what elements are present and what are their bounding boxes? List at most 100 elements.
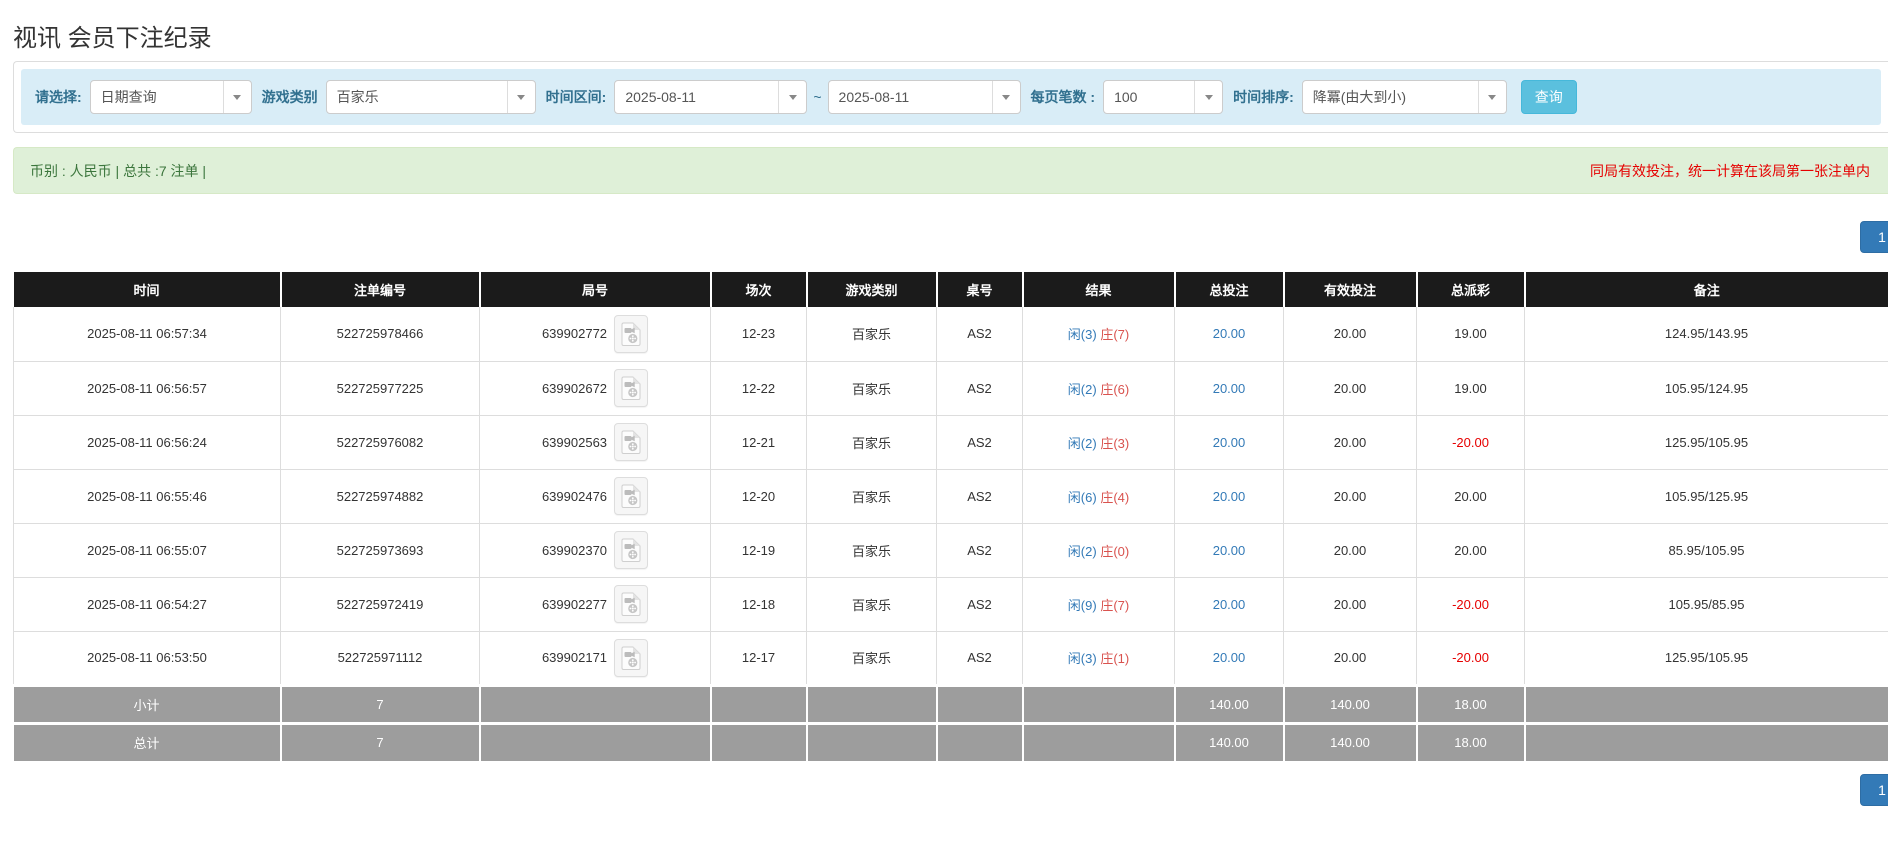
game-type-select[interactable]: 百家乐 bbox=[326, 80, 536, 114]
video-replay-button[interactable] bbox=[614, 477, 648, 515]
cell-valid-bet: 20.00 bbox=[1284, 415, 1417, 469]
table-summary-row: 总计7140.00140.0018.00 bbox=[14, 723, 1888, 761]
footer-payout: 18.00 bbox=[1417, 723, 1525, 761]
col-table-no: 桌号 bbox=[937, 272, 1023, 307]
cell-total-bet[interactable]: 20.00 bbox=[1175, 415, 1284, 469]
col-result: 结果 bbox=[1023, 272, 1175, 307]
round-wrap: 639902370 bbox=[542, 531, 648, 569]
result-player: 闲(9) bbox=[1068, 598, 1097, 613]
cell-remark: 105.95/85.95 bbox=[1525, 577, 1888, 631]
round-wrap: 639902476 bbox=[542, 477, 648, 515]
cell-round: 639902672 bbox=[480, 361, 711, 415]
round-number: 639902171 bbox=[542, 650, 607, 665]
page-size-select[interactable]: 100 bbox=[1103, 80, 1223, 114]
cell-valid-bet: 20.00 bbox=[1284, 577, 1417, 631]
query-button[interactable]: 查询 bbox=[1521, 80, 1577, 114]
cell-total-bet[interactable]: 20.00 bbox=[1175, 631, 1284, 685]
col-bet-id: 注单编号 bbox=[281, 272, 480, 307]
round-number: 639902672 bbox=[542, 381, 607, 396]
round-wrap: 639902772 bbox=[542, 315, 648, 353]
result-banker: 庄(7) bbox=[1100, 598, 1129, 613]
cell-bet-id: 522725974882 bbox=[281, 469, 480, 523]
cell-game-type: 百家乐 bbox=[807, 577, 937, 631]
cell-game-type: 百家乐 bbox=[807, 307, 937, 361]
footer-empty bbox=[711, 685, 807, 723]
footer-count: 7 bbox=[281, 685, 480, 723]
video-replay-button[interactable] bbox=[614, 639, 648, 677]
table-header-row: 时间 注单编号 局号 场次 游戏类别 桌号 结果 总投注 有效投注 总派彩 备注 bbox=[14, 272, 1888, 307]
footer-label: 总计 bbox=[14, 723, 281, 761]
cell-valid-bet: 20.00 bbox=[1284, 631, 1417, 685]
footer-empty bbox=[937, 685, 1023, 723]
table-row: 2025-08-11 06:53:50522725971112639902171… bbox=[14, 631, 1888, 685]
footer-empty bbox=[937, 723, 1023, 761]
col-game-type: 游戏类别 bbox=[807, 272, 937, 307]
page-1-button[interactable]: 1 bbox=[1860, 774, 1888, 806]
query-type-select[interactable]: 日期查询 bbox=[90, 80, 252, 114]
query-type-label: 请选择: bbox=[35, 87, 82, 107]
table-row: 2025-08-11 06:54:27522725972419639902277… bbox=[14, 577, 1888, 631]
cell-time: 2025-08-11 06:55:07 bbox=[14, 523, 281, 577]
page-size-value: 100 bbox=[1104, 89, 1194, 105]
chevron-down-icon bbox=[223, 81, 251, 113]
cell-payout: -20.00 bbox=[1417, 415, 1525, 469]
cell-game-type: 百家乐 bbox=[807, 415, 937, 469]
cell-result: 闲(3) 庄(1) bbox=[1023, 631, 1175, 685]
video-replay-button[interactable] bbox=[614, 315, 648, 353]
cell-payout: 19.00 bbox=[1417, 361, 1525, 415]
round-number: 639902277 bbox=[542, 597, 607, 612]
round-number: 639902772 bbox=[542, 326, 607, 341]
footer-valid-bet: 140.00 bbox=[1284, 685, 1417, 723]
cell-time: 2025-08-11 06:53:50 bbox=[14, 631, 281, 685]
time-sort-value: 降冪(由大到小) bbox=[1303, 87, 1478, 107]
round-wrap: 639902277 bbox=[542, 585, 648, 623]
video-replay-button[interactable] bbox=[614, 423, 648, 461]
video-icon bbox=[621, 538, 641, 562]
cell-time: 2025-08-11 06:55:46 bbox=[14, 469, 281, 523]
pagination-top: 1 bbox=[0, 221, 1888, 253]
table-body: 2025-08-11 06:57:34522725978466639902772… bbox=[14, 307, 1888, 685]
game-type-label: 游戏类别 bbox=[262, 87, 318, 107]
time-sort-select[interactable]: 降冪(由大到小) bbox=[1302, 80, 1507, 114]
cell-valid-bet: 20.00 bbox=[1284, 469, 1417, 523]
cell-total-bet[interactable]: 20.00 bbox=[1175, 523, 1284, 577]
result-banker: 庄(3) bbox=[1100, 436, 1129, 451]
cell-payout: 20.00 bbox=[1417, 523, 1525, 577]
date-to-select[interactable]: 2025-08-11 bbox=[828, 80, 1021, 114]
cell-time: 2025-08-11 06:54:27 bbox=[14, 577, 281, 631]
result-banker: 庄(7) bbox=[1100, 327, 1129, 342]
cell-table-no: AS2 bbox=[937, 577, 1023, 631]
cell-round: 639902171 bbox=[480, 631, 711, 685]
cell-session: 12-22 bbox=[711, 361, 807, 415]
col-valid-bet: 有效投注 bbox=[1284, 272, 1417, 307]
cell-total-bet[interactable]: 20.00 bbox=[1175, 361, 1284, 415]
col-payout: 总派彩 bbox=[1417, 272, 1525, 307]
round-number: 639902370 bbox=[542, 543, 607, 558]
video-replay-button[interactable] bbox=[614, 585, 648, 623]
cell-total-bet[interactable]: 20.00 bbox=[1175, 307, 1284, 361]
cell-valid-bet: 20.00 bbox=[1284, 523, 1417, 577]
cell-payout: 20.00 bbox=[1417, 469, 1525, 523]
date-from-select[interactable]: 2025-08-11 bbox=[614, 80, 807, 114]
video-replay-button[interactable] bbox=[614, 369, 648, 407]
cell-table-no: AS2 bbox=[937, 361, 1023, 415]
table-row: 2025-08-11 06:55:46522725974882 639902476… bbox=[14, 469, 1888, 523]
footer-empty bbox=[1023, 723, 1175, 761]
video-replay-button[interactable] bbox=[614, 531, 648, 569]
cell-total-bet[interactable]: 20.00 bbox=[1175, 469, 1284, 523]
round-number: 639902476 bbox=[542, 489, 607, 504]
result-player: 闲(2) bbox=[1068, 436, 1097, 451]
cell-table-no: AS2 bbox=[937, 307, 1023, 361]
result-banker: 庄(6) bbox=[1100, 382, 1129, 397]
cell-round: 639902370 bbox=[480, 523, 711, 577]
cell-bet-id: 522725977225 bbox=[281, 361, 480, 415]
cell-round: 639902277 bbox=[480, 577, 711, 631]
cell-total-bet[interactable]: 20.00 bbox=[1175, 577, 1284, 631]
footer-empty bbox=[1023, 685, 1175, 723]
date-from-value: 2025-08-11 bbox=[615, 89, 778, 105]
cell-time: 2025-08-11 06:56:24 bbox=[14, 415, 281, 469]
page-1-button[interactable]: 1 bbox=[1860, 221, 1888, 253]
round-number: 639902563 bbox=[542, 435, 607, 450]
cell-valid-bet: 20.00 bbox=[1284, 307, 1417, 361]
footer-label: 小计 bbox=[14, 685, 281, 723]
